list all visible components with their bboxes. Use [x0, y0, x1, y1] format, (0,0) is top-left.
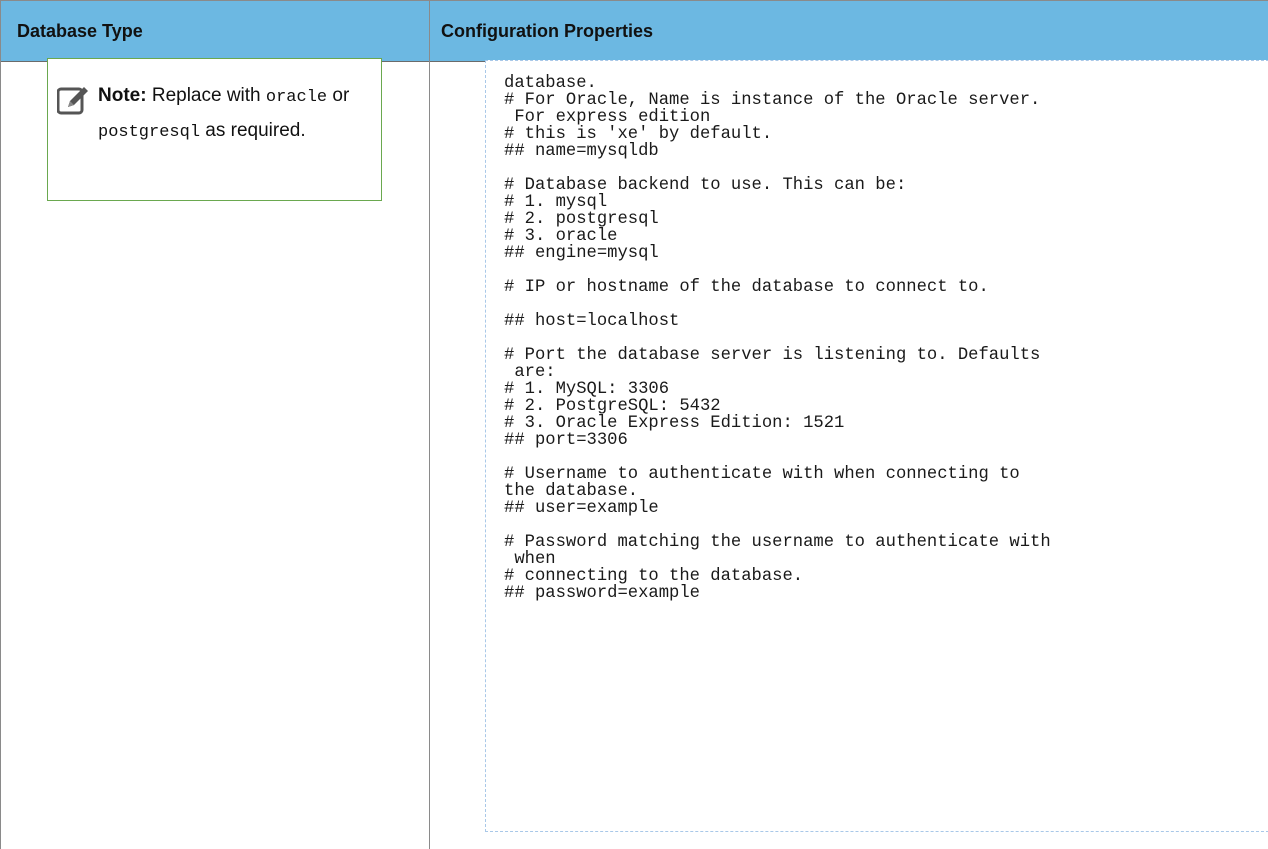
configuration-table: Database Type Configuration Properties N… — [0, 0, 1268, 849]
note-code-postgresql: postgresql — [98, 123, 201, 142]
note-box: Note: Replace with oracle or postgresql … — [47, 58, 382, 201]
note-text-or: or — [327, 85, 350, 106]
note-text: Note: Replace with oracle or postgresql … — [98, 79, 368, 149]
header-configuration-properties: Configuration Properties — [441, 21, 654, 41]
column-divider — [429, 0, 430, 849]
note-text-after: as required. — [200, 120, 306, 141]
note-text-before: Replace with — [146, 85, 266, 106]
code-block: database. # For Oracle, Name is instance… — [485, 60, 1268, 832]
edit-note-icon — [57, 87, 88, 115]
header-database-type: Database Type — [17, 21, 143, 41]
note-code-oracle: oracle — [265, 88, 328, 107]
note-label: Note: — [98, 85, 147, 106]
code-text: database. # For Oracle, Name is instance… — [504, 74, 1051, 603]
table-header-row: Database Type Configuration Properties — [1, 0, 1268, 62]
